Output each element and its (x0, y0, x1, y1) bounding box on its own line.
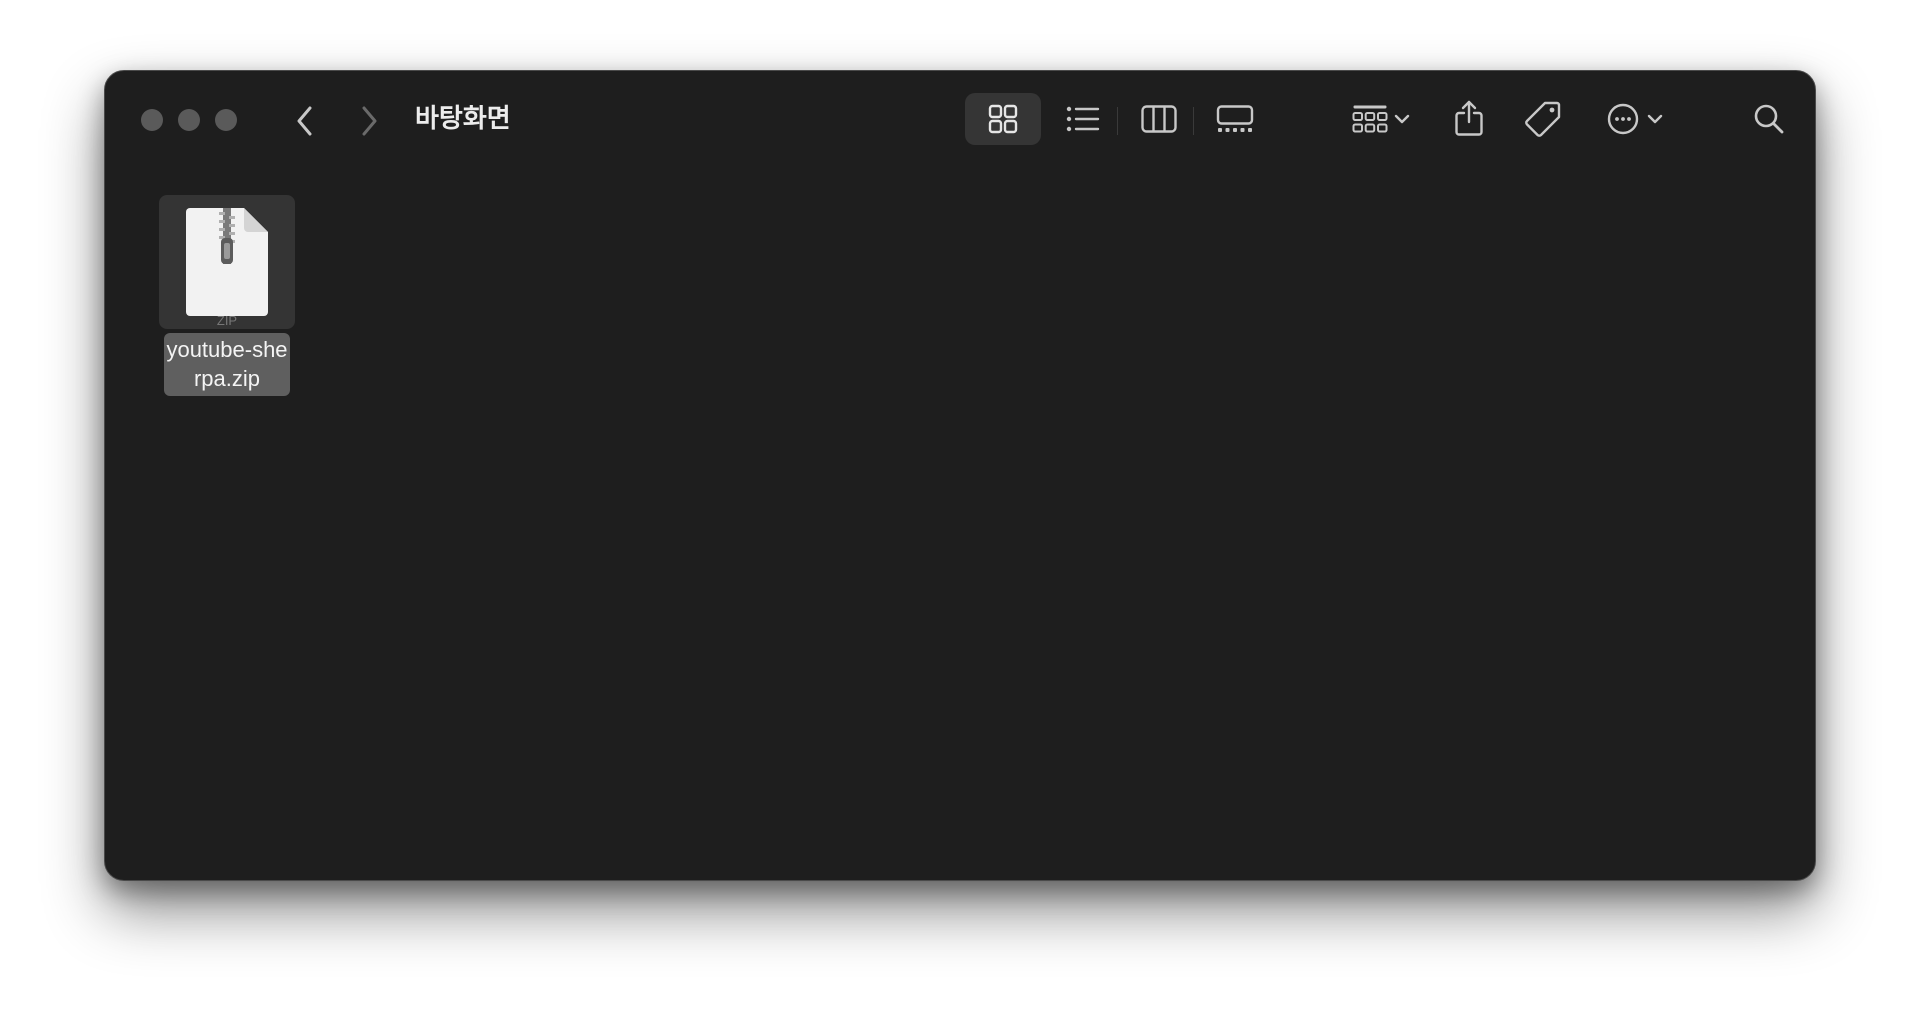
file-type-badge: ZIP (216, 313, 238, 328)
file-thumbnail[interactable] (159, 195, 295, 329)
zoom-button[interactable] (215, 109, 237, 131)
chevron-down-icon (1394, 114, 1410, 124)
window-title: 바탕화면 (415, 104, 511, 134)
column-view-icon (1141, 105, 1177, 133)
ellipsis-circle-icon (1607, 103, 1639, 135)
file-name-label[interactable]: youtube-sherpa.zip (164, 333, 290, 396)
icon-view-toggle[interactable] (965, 93, 1041, 145)
grid-view-icon (988, 104, 1018, 134)
chevron-left-icon (297, 106, 312, 136)
close-button[interactable] (141, 109, 163, 131)
tag-button[interactable] (1519, 95, 1567, 143)
search-icon (1754, 104, 1784, 134)
back-button[interactable] (285, 101, 325, 141)
toolbar-divider (1193, 107, 1194, 135)
tag-icon (1525, 101, 1561, 137)
finder-window: 바탕화면 youtube-sherpa.zip ZIP (104, 70, 1816, 881)
search-button[interactable] (1749, 99, 1789, 139)
chevron-right-icon (362, 106, 377, 136)
minimize-button[interactable] (178, 109, 200, 131)
toolbar-divider (1117, 107, 1118, 135)
list-view-icon (1066, 106, 1100, 132)
file-area[interactable]: youtube-sherpa.zip ZIP (105, 167, 1815, 880)
file-item[interactable]: youtube-sherpa.zip (159, 195, 295, 396)
share-button[interactable] (1447, 93, 1491, 143)
column-view-button[interactable] (1129, 99, 1189, 139)
gallery-view-icon (1216, 105, 1254, 132)
forward-button[interactable] (349, 101, 389, 141)
toolbar: 바탕화면 (105, 71, 1815, 167)
group-grid-icon (1352, 105, 1388, 133)
group-button[interactable] (1345, 99, 1417, 139)
list-view-button[interactable] (1055, 99, 1111, 139)
zip-archive-icon (186, 208, 268, 316)
more-actions-button[interactable] (1599, 97, 1671, 141)
chevron-down-icon (1647, 114, 1663, 124)
share-icon (1455, 100, 1483, 136)
gallery-view-button[interactable] (1205, 99, 1265, 139)
